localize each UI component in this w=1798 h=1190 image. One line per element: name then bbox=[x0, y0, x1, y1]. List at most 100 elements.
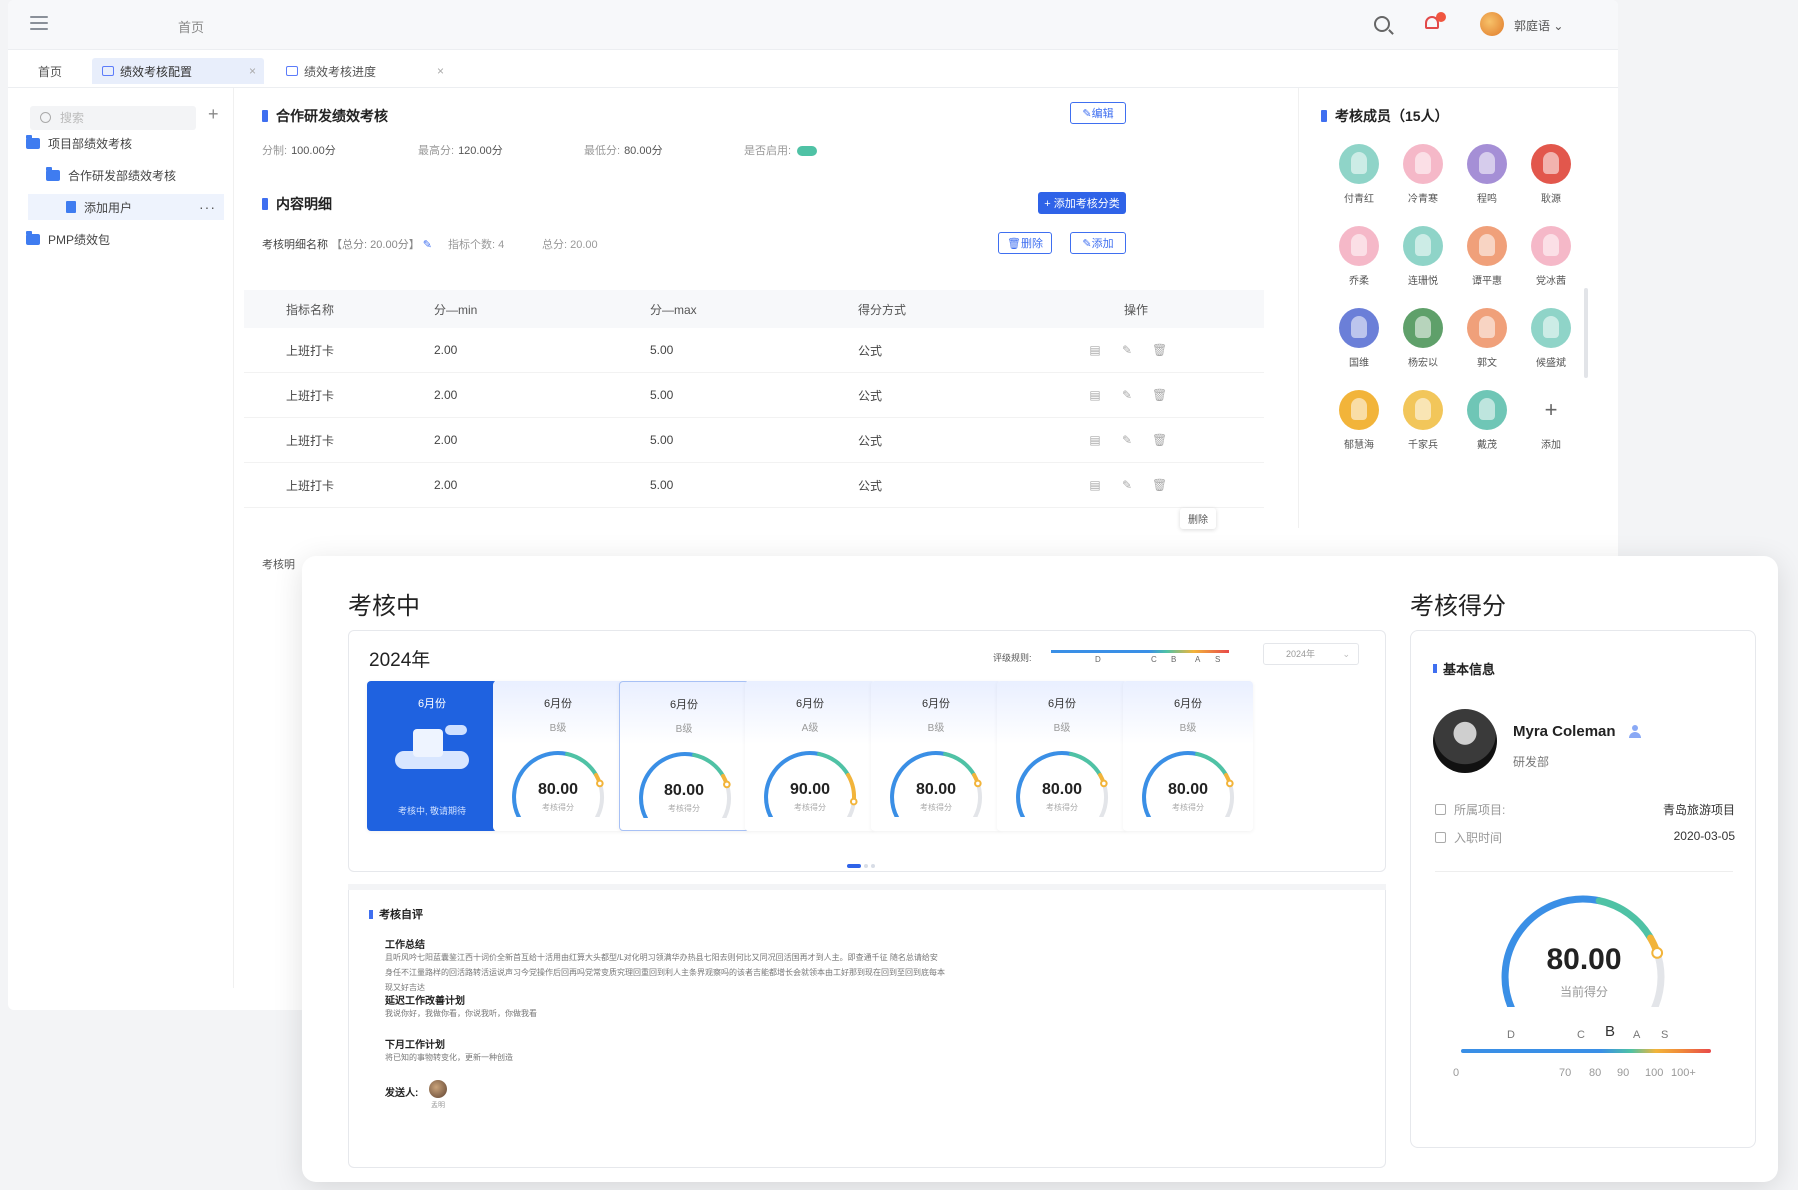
month-score-sub: 考核得分 bbox=[920, 803, 952, 812]
member-item[interactable]: 连珊悦 bbox=[1393, 226, 1453, 287]
bell-icon[interactable] bbox=[1424, 12, 1446, 32]
member-item[interactable]: 千家兵 bbox=[1393, 390, 1453, 451]
menu-icon[interactable] bbox=[30, 16, 48, 32]
month-score: 80.00 bbox=[663, 782, 705, 799]
progress-title: 考核中 bbox=[348, 593, 420, 620]
detail-name-label: 考核明细名称 bbox=[262, 239, 328, 251]
member-item[interactable]: 候盛斌 bbox=[1521, 308, 1581, 369]
month-score-sub: 考核得分 bbox=[668, 804, 700, 813]
member-item[interactable]: 国维 bbox=[1329, 308, 1389, 369]
month-card[interactable]: 6月份 B级 80.00 考核得分 bbox=[871, 681, 1001, 831]
member-name: 候盛斌 bbox=[1536, 358, 1566, 369]
grade-letter: D bbox=[1507, 1029, 1515, 1041]
edit-icon[interactable]: ✎ bbox=[423, 239, 432, 251]
year-label: 2024年 bbox=[369, 650, 431, 671]
search-input[interactable]: 搜索 bbox=[30, 106, 196, 130]
tab-performance-config[interactable]: 绩效考核配置 × bbox=[92, 58, 264, 84]
tab-performance-progress[interactable]: 绩效考核进度 × bbox=[276, 58, 452, 84]
member-avatar bbox=[1531, 308, 1571, 348]
trash-icon[interactable]: 🗑 bbox=[1152, 388, 1167, 402]
user-avatar[interactable] bbox=[1480, 12, 1504, 36]
month-card-current[interactable]: 6月份 考核中, 敬请期待 bbox=[367, 681, 497, 831]
cell-indicator: 上班打卡 bbox=[286, 478, 335, 493]
member-item[interactable]: 郁慧海 bbox=[1329, 390, 1389, 451]
member-avatar bbox=[1339, 226, 1379, 266]
members-scrollbar[interactable] bbox=[1584, 288, 1588, 378]
member-item[interactable]: 党冰茜 bbox=[1521, 226, 1581, 287]
tree-item-project[interactable]: 项目部绩效考核 bbox=[26, 130, 132, 156]
sender-avatar[interactable] bbox=[429, 1080, 447, 1098]
folder-icon bbox=[26, 230, 40, 245]
view-icon[interactable]: ▤ bbox=[1088, 343, 1102, 357]
project-value: 青岛旅游项目 bbox=[1662, 803, 1735, 817]
member-item[interactable]: 耿源 bbox=[1521, 144, 1581, 205]
month-score-sub: 考核得分 bbox=[794, 803, 826, 812]
tab-home[interactable]: 首页 bbox=[28, 58, 72, 84]
close-icon[interactable]: × bbox=[249, 64, 256, 78]
cloud-illustration-icon bbox=[389, 725, 475, 775]
add-button[interactable]: ✎ 添加 bbox=[1070, 232, 1126, 254]
tree-item-add-user[interactable]: 添加用户 ··· bbox=[28, 194, 224, 220]
add-button[interactable]: + bbox=[208, 104, 219, 125]
view-icon[interactable]: ▤ bbox=[1088, 433, 1102, 447]
trash-icon[interactable]: 🗑 bbox=[1152, 478, 1167, 492]
more-icon[interactable]: ··· bbox=[199, 199, 216, 215]
member-avatar bbox=[1467, 226, 1507, 266]
tab-label: 首页 bbox=[38, 64, 63, 79]
member-item[interactable]: 戴茂 bbox=[1457, 390, 1517, 451]
search-icon[interactable] bbox=[1374, 16, 1390, 32]
month-card[interactable]: 6月份 B级 80.00 考核得分 bbox=[493, 681, 623, 831]
delete-button[interactable]: 🗑 删除 bbox=[998, 232, 1052, 254]
indicator-table: 指标名称 分—min 分—max 得分方式 操作 上班打卡 2.00 5.00 … bbox=[244, 290, 1264, 508]
trash-icon[interactable]: 🗑 bbox=[1152, 343, 1167, 357]
edit-icon[interactable]: ✎ bbox=[1120, 343, 1134, 357]
member-name: 戴茂 bbox=[1477, 440, 1497, 451]
member-name: 郁慧海 bbox=[1344, 440, 1374, 451]
breadcrumb[interactable]: 首页 bbox=[178, 17, 204, 36]
month-label: 6月份 bbox=[417, 698, 447, 710]
member-avatar bbox=[1339, 144, 1379, 184]
grade-letter: S bbox=[1661, 1029, 1669, 1041]
member-name: 郭文 bbox=[1477, 358, 1497, 369]
edit-icon[interactable]: ✎ bbox=[1120, 388, 1134, 402]
add-member-button[interactable]: + 添加 bbox=[1521, 390, 1581, 451]
add-category-button[interactable]: + 添加考核分类 bbox=[1038, 192, 1126, 214]
view-icon[interactable]: ▤ bbox=[1088, 478, 1102, 492]
month-label: 6月份 bbox=[795, 698, 825, 710]
member-item[interactable]: 乔柔 bbox=[1329, 226, 1389, 287]
trash-icon[interactable]: 🗑 bbox=[1152, 433, 1167, 447]
col-max: 分—max bbox=[650, 302, 697, 317]
member-item[interactable]: 付青红 bbox=[1329, 144, 1389, 205]
top-bar: 首页 郭庭语 ⌄ bbox=[8, 0, 1618, 50]
month-card[interactable]: 6月份 B级 80.00 考核得分 bbox=[619, 681, 749, 831]
member-avatar bbox=[1403, 390, 1443, 430]
carousel-pager[interactable] bbox=[847, 855, 878, 873]
edit-icon[interactable]: ✎ bbox=[1120, 433, 1134, 447]
member-item[interactable]: 冷青寒 bbox=[1393, 144, 1453, 205]
tree-item-rnd[interactable]: 合作研发部绩效考核 bbox=[46, 162, 176, 188]
year-select[interactable]: 2024年 ⌄ bbox=[1263, 643, 1359, 665]
user-name-dropdown[interactable]: 郭庭语 ⌄ bbox=[1514, 17, 1563, 34]
enabled-toggle[interactable] bbox=[797, 146, 818, 157]
assessment-title: 合作研发绩效考核 bbox=[262, 106, 388, 126]
cell-max: 5.00 bbox=[650, 343, 674, 357]
month-card[interactable]: 6月份 B级 80.00 考核得分 bbox=[1123, 681, 1253, 831]
add-member-label: 添加 bbox=[1541, 440, 1561, 451]
member-item[interactable]: 程鸣 bbox=[1457, 144, 1517, 205]
close-icon[interactable]: × bbox=[437, 64, 444, 78]
member-name: 连珊悦 bbox=[1408, 276, 1438, 287]
member-item[interactable]: 郭文 bbox=[1457, 308, 1517, 369]
min-value: 80.00分 bbox=[624, 145, 663, 157]
rule-letter: D bbox=[1095, 655, 1101, 664]
edit-button[interactable]: ✎ 编辑 bbox=[1070, 102, 1126, 124]
member-item[interactable]: 谭平惠 bbox=[1457, 226, 1517, 287]
improve-heading: 延迟工作改善计划 bbox=[385, 996, 465, 1007]
edit-icon[interactable]: ✎ bbox=[1120, 478, 1134, 492]
delete-label: 删除 bbox=[1020, 238, 1043, 250]
view-icon[interactable]: ▤ bbox=[1088, 388, 1102, 402]
tree-item-pmp[interactable]: PMP绩效包 bbox=[26, 226, 110, 252]
grade-letter: C bbox=[1577, 1029, 1585, 1041]
month-card[interactable]: 6月份 A级 90.00 考核得分 bbox=[745, 681, 875, 831]
member-item[interactable]: 杨宏以 bbox=[1393, 308, 1453, 369]
month-card[interactable]: 6月份 B级 80.00 考核得分 bbox=[997, 681, 1127, 831]
